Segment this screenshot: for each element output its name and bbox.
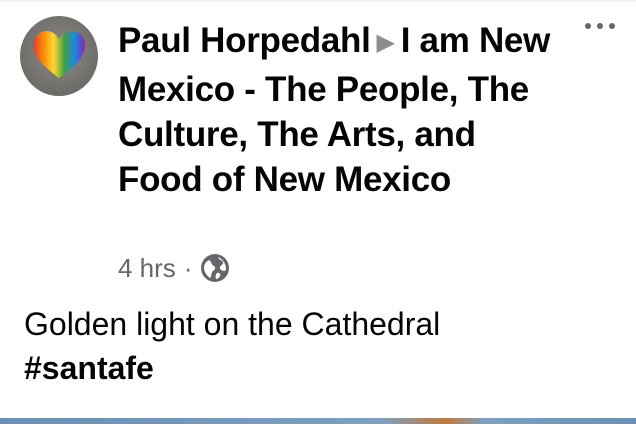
timestamp[interactable]: 4 hrs	[118, 253, 176, 284]
avatar[interactable]	[20, 16, 98, 96]
message-text: Golden light on the Cathedral	[24, 306, 441, 342]
post-title: Paul Horpedahl ▶ I am New Mexico - The Peo…	[118, 18, 558, 202]
post-image[interactable]	[0, 418, 636, 424]
more-options-icon[interactable]	[578, 14, 622, 38]
post-header: Paul Horpedahl ▶ I am New Mexico - The Peo…	[0, 0, 636, 386]
hashtag-link[interactable]: #santafe	[24, 346, 624, 390]
post-message: Golden light on the Cathedral #santafe	[24, 302, 624, 390]
globe-icon[interactable]	[200, 253, 230, 283]
post-meta: 4 hrs ·	[118, 250, 230, 286]
rainbow-heart-icon	[33, 31, 85, 78]
separator: ·	[183, 252, 193, 283]
arrow-icon: ▶	[376, 29, 395, 56]
author-name[interactable]: Paul Horpedahl	[118, 21, 371, 60]
